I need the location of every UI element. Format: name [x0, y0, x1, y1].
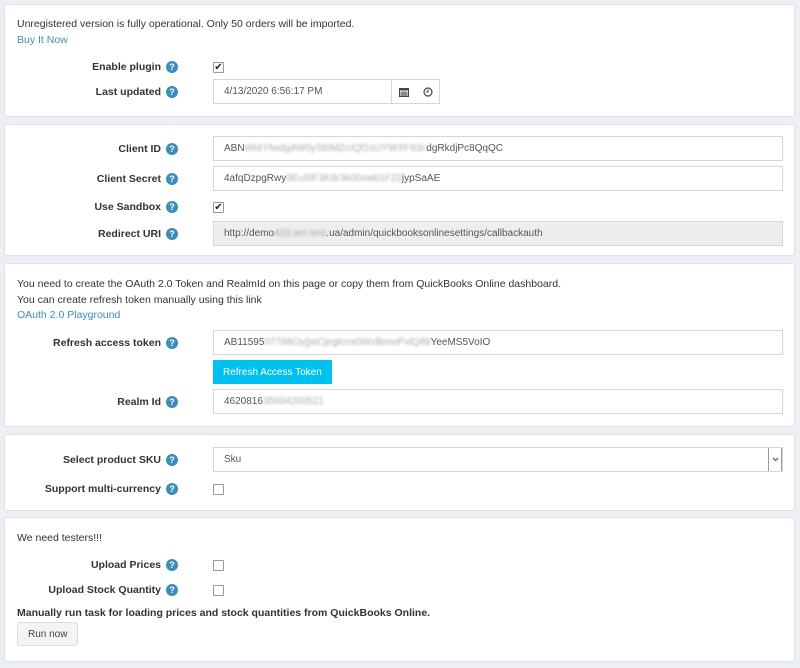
- calendar-icon: [399, 87, 409, 97]
- oauth-panel: You need to create the OAuth 2.0 Token a…: [4, 263, 795, 427]
- credentials-panel: Client ID ? ABN Wt4Yfwdg4W0ySt0MZcIQf1sUY…: [4, 124, 795, 256]
- realm-id-label: Realm Id ?: [117, 396, 178, 408]
- multi-currency-label: Support multi-currency ?: [45, 483, 178, 495]
- multi-currency-checkbox[interactable]: [213, 484, 224, 495]
- use-sandbox-checkbox[interactable]: ✔: [213, 202, 224, 213]
- client-id-label: Client ID ?: [118, 143, 178, 155]
- client-id-input[interactable]: ABN Wt4Yfwdg4W0ySt0MZcIQf1sUYWXF93c dgRkdj…: [213, 136, 783, 161]
- redirect-uri-input[interactable]: http://demo 420.am.test .ua/admin/quickboo…: [213, 221, 783, 246]
- license-notice: Unregistered version is fully operationa…: [17, 18, 355, 30]
- enable-plugin-checkbox[interactable]: ✔: [213, 62, 224, 73]
- help-icon[interactable]: ?: [166, 396, 178, 408]
- testers-panel: We need testers!!! Upload Prices ? Uploa…: [4, 517, 795, 662]
- upload-stock-checkbox[interactable]: [213, 585, 224, 596]
- help-icon[interactable]: ?: [166, 173, 178, 185]
- upload-prices-checkbox[interactable]: [213, 560, 224, 571]
- oauth-notice-line1: You need to create the OAuth 2.0 Token a…: [17, 278, 562, 290]
- time-button[interactable]: [416, 80, 439, 103]
- license-panel: Unregistered version is fully operationa…: [4, 4, 795, 117]
- realm-id-input[interactable]: 4620816 35004200521: [213, 389, 783, 414]
- sku-select-toggle[interactable]: [768, 448, 782, 471]
- select-sku-label: Select product SKU ?: [63, 454, 178, 466]
- refresh-token-label: Refresh access token ?: [53, 337, 178, 349]
- help-icon[interactable]: ?: [166, 559, 178, 571]
- use-sandbox-label: Use Sandbox ?: [94, 201, 178, 213]
- calendar-button[interactable]: [391, 80, 416, 103]
- client-secret-label: Client Secret ?: [97, 173, 178, 185]
- help-icon[interactable]: ?: [166, 61, 178, 73]
- upload-prices-label: Upload Prices ?: [91, 559, 178, 571]
- testers-notice: We need testers!!!: [17, 532, 103, 544]
- help-icon[interactable]: ?: [166, 454, 178, 466]
- chevron-down-icon: [772, 457, 778, 462]
- last-updated-label: Last updated ?: [96, 86, 178, 98]
- refresh-token-input[interactable]: AB11595 07788Oy[jwCjeglcns0WvBmwPxlQ89 Yee…: [213, 330, 783, 355]
- buy-it-now-link[interactable]: Buy It Now: [17, 34, 68, 46]
- enable-plugin-label: Enable plugin ?: [92, 61, 178, 73]
- help-icon[interactable]: ?: [166, 228, 178, 240]
- oauth-notice-line2: You can create refresh token manually us…: [17, 294, 262, 306]
- sku-select[interactable]: Sku: [213, 447, 783, 472]
- help-icon[interactable]: ?: [166, 337, 178, 349]
- redirect-uri-label: Redirect URI ?: [98, 228, 178, 240]
- help-icon[interactable]: ?: [166, 584, 178, 596]
- client-secret-input[interactable]: 4afqDzpgRwy 9Eu5tF3K8r3k00xwb1F22 jypSaAE: [213, 166, 783, 191]
- help-icon[interactable]: ?: [166, 483, 178, 495]
- clock-icon: [423, 86, 433, 97]
- upload-stock-label: Upload Stock Quantity ?: [48, 584, 178, 596]
- help-icon[interactable]: ?: [166, 201, 178, 213]
- product-panel: Select product SKU ? Sku Support multi-c…: [4, 434, 795, 511]
- help-icon[interactable]: ?: [166, 143, 178, 155]
- refresh-access-token-button[interactable]: Refresh Access Token: [213, 360, 332, 384]
- run-now-button[interactable]: Run now: [17, 622, 79, 646]
- manual-run-note: Manually run task for loading prices and…: [17, 607, 431, 619]
- oauth-playground-link[interactable]: OAuth 2.0 Playground: [17, 309, 120, 321]
- last-updated-input[interactable]: 4/13/2020 6:56:17 PM: [213, 79, 440, 104]
- help-icon[interactable]: ?: [166, 86, 178, 98]
